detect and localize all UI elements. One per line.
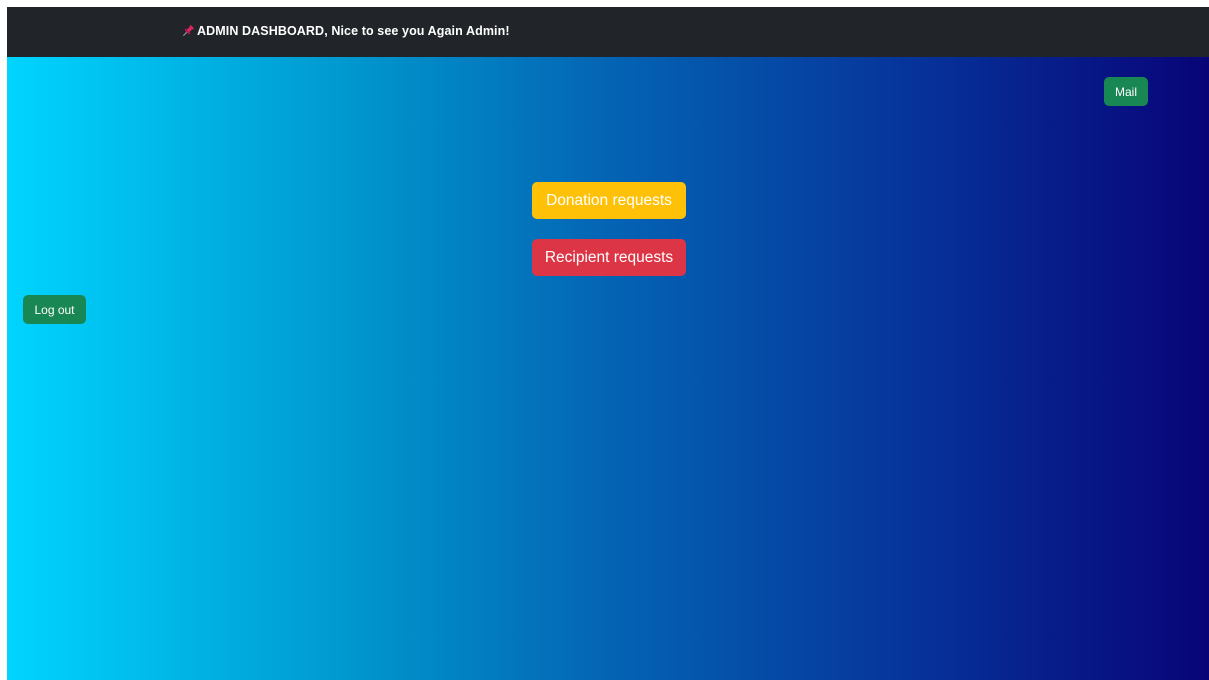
pushpin-icon [182, 25, 194, 37]
navbar-title: ADMIN DASHBOARD, Nice to see you Again A… [197, 24, 510, 38]
logout-button[interactable]: Log out [23, 295, 86, 324]
navbar-brand: ADMIN DASHBOARD, Nice to see you Again A… [181, 24, 510, 38]
recipient-requests-button[interactable]: Recipient requests [532, 239, 686, 276]
mail-button[interactable]: Mail [1104, 77, 1148, 106]
donation-requests-button[interactable]: Donation requests [532, 182, 686, 219]
dashboard-main: Mail Donation requests Recipient request… [7, 57, 1209, 680]
top-navbar: ADMIN DASHBOARD, Nice to see you Again A… [7, 7, 1209, 57]
browser-viewport: ADMIN DASHBOARD, Nice to see you Again A… [7, 7, 1209, 680]
